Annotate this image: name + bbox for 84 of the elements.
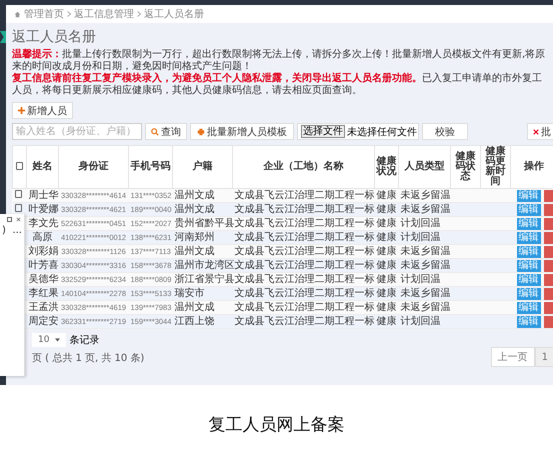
table-cell: 河南郑州 bbox=[172, 230, 232, 244]
more-button[interactable]: ... bbox=[12, 225, 22, 236]
chevron-icon bbox=[67, 11, 71, 17]
column-header: 企业（工地）名称 bbox=[264, 162, 344, 172]
table-cell: 文成县飞云江治理二期工程一标 bbox=[232, 286, 374, 300]
caret-icon bbox=[55, 338, 60, 342]
table-cell: 温州市龙湾区 bbox=[172, 258, 232, 272]
query-button[interactable]: 查询 bbox=[145, 123, 187, 140]
page-title: 返工人员名册 bbox=[12, 28, 96, 46]
close-icon[interactable] bbox=[16, 217, 21, 222]
file-field[interactable]: 选择文件 未选择任何文件 bbox=[297, 123, 419, 140]
pagination-button[interactable]: 1 bbox=[534, 347, 553, 367]
column-header: 健康码状态 bbox=[454, 152, 476, 182]
table-cell: 未返乡留温 bbox=[398, 202, 450, 216]
edit-button[interactable]: 编辑 bbox=[516, 218, 540, 230]
notice-text: 复工信息请前往复工复产模块录入，为避免员工个人隐私泄露，关闭导出返工人员名册功能。已入复工申请单的市外复工人员，将每日更新展示相应健康码，其他人员健康码信息，请去相应页面查询。 bbox=[12, 73, 543, 97]
checkbox[interactable] bbox=[16, 162, 23, 170]
edit-button[interactable]: 编辑 bbox=[516, 288, 540, 300]
delete-button[interactable] bbox=[544, 246, 553, 258]
delete-button[interactable] bbox=[544, 260, 553, 272]
table-cell: 文成县飞云江治理二期工程一标 bbox=[232, 202, 374, 216]
edit-button[interactable]: 编辑 bbox=[516, 316, 540, 328]
popup-text: ) bbox=[2, 225, 6, 236]
home-icon bbox=[14, 10, 21, 18]
breadcrumb-link[interactable]: 返工人员名册 bbox=[144, 7, 204, 21]
column-header: 姓名 bbox=[32, 162, 52, 172]
column-header: 身份证 bbox=[78, 162, 108, 172]
table-cell: 文成县飞云江治理二期工程一标 bbox=[232, 230, 374, 244]
table-cell: 文成县飞云江治理二期工程一标 bbox=[232, 314, 374, 328]
column-header: 户籍 bbox=[192, 162, 212, 172]
table-cell: 叶芳喜 bbox=[26, 258, 58, 272]
delete-button[interactable] bbox=[544, 288, 553, 300]
delete-button[interactable] bbox=[544, 302, 553, 314]
table-cell: 温州文成 bbox=[172, 202, 232, 216]
page-size-select[interactable]: 10 bbox=[32, 333, 66, 347]
breadcrumb-link[interactable]: 返工信息管理 bbox=[74, 7, 134, 21]
search-icon bbox=[151, 128, 159, 136]
delete-button[interactable] bbox=[544, 204, 553, 216]
table-cell: 瑞安市 bbox=[172, 286, 232, 300]
page-info: 页 ( 总共 1 页, 共 10 条) bbox=[32, 352, 144, 365]
column-header: 健康状况 bbox=[376, 157, 397, 177]
edit-button[interactable]: 编辑 bbox=[516, 204, 540, 216]
edit-button[interactable]: 编辑 bbox=[516, 232, 540, 244]
notice-text: 温馨提示：批量上传行数限制为一万行，超出行数限制将无法上传，请拆分多次上传！批量新增人员模板文件有更新,将原来的时间改成月份和日期，避免因时间格式产生问题！ bbox=[12, 49, 546, 72]
delete-button[interactable] bbox=[544, 232, 553, 244]
page-size-label: 条记录 bbox=[69, 334, 100, 347]
batch-button[interactable]: 批 bbox=[527, 123, 553, 140]
column-header: 手机号码 bbox=[130, 162, 170, 172]
table-cell: 文成县飞云江治理二期工程一标 bbox=[232, 258, 374, 272]
add-person-button[interactable]: 新增人员 bbox=[12, 102, 73, 119]
delete-button[interactable] bbox=[544, 274, 553, 286]
collapse-icon[interactable] bbox=[0, 31, 6, 43]
delete-button[interactable] bbox=[544, 190, 553, 202]
column-header: 操作 bbox=[524, 162, 544, 172]
edit-button[interactable]: 编辑 bbox=[516, 190, 540, 202]
checkbox[interactable] bbox=[14, 190, 22, 198]
table-cell: 江西上饶 bbox=[172, 314, 232, 328]
pagination-button[interactable]: 上一页 bbox=[490, 347, 535, 367]
edit-button[interactable]: 编辑 bbox=[516, 274, 540, 286]
table-cell: 周定安 bbox=[26, 314, 58, 328]
maximize-icon[interactable] bbox=[7, 217, 12, 222]
delete-button[interactable] bbox=[544, 316, 553, 328]
delete-button[interactable] bbox=[544, 218, 553, 230]
verify-button[interactable]: 校验 bbox=[422, 123, 468, 140]
table-cell: 李红果 bbox=[26, 286, 58, 300]
close-icon bbox=[533, 128, 539, 134]
table-cell: 未返乡留温 bbox=[398, 258, 450, 272]
table-cell: 未返乡留温 bbox=[398, 286, 450, 300]
search-field[interactable]: 输入姓名（身份证、户籍） bbox=[12, 123, 142, 140]
column-header: 人员类型 bbox=[404, 162, 444, 172]
chevron-icon bbox=[137, 11, 141, 17]
plus-icon bbox=[18, 107, 25, 114]
caption: 复工人员网上备案 bbox=[208, 414, 346, 436]
table-cell: 叶爱娜 bbox=[26, 202, 58, 216]
edit-button[interactable]: 编辑 bbox=[516, 246, 540, 258]
column-header: 健康码更新时间 bbox=[484, 147, 506, 187]
checkbox[interactable] bbox=[14, 204, 22, 212]
edit-button[interactable]: 编辑 bbox=[516, 302, 540, 314]
table-cell: 计划回温 bbox=[398, 230, 450, 244]
breadcrumb-link[interactable]: 管理首页 bbox=[24, 7, 64, 21]
table-cell: 计划回温 bbox=[398, 314, 450, 328]
table-cell: 高原 bbox=[26, 230, 58, 244]
template-button[interactable]: 批量新增人员模板 bbox=[190, 123, 294, 140]
edit-button[interactable]: 编辑 bbox=[516, 260, 540, 272]
